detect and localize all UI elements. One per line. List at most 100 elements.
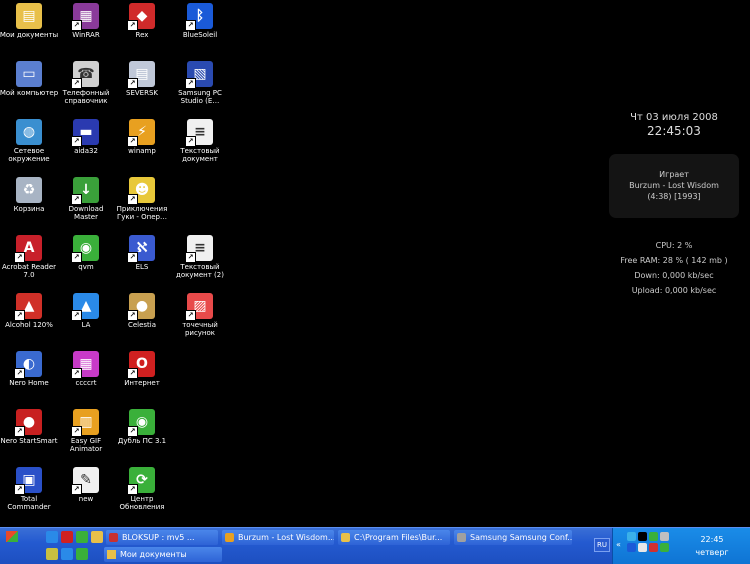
desktop-icon[interactable]: ↓ ↗ Download Master [56, 174, 116, 230]
desktop-icon[interactable]: ● ↗ Nero StartSmart [0, 406, 59, 462]
desktop-icon-label: Сетевое окружение [8, 147, 50, 163]
shortcut-arrow-icon: ↗ [71, 252, 82, 263]
desktop-icon[interactable]: ℵ ↗ ELS [112, 232, 172, 288]
tray-display-icon[interactable] [660, 532, 669, 541]
desktop-icon[interactable]: ▧ ↗ Samsung PC Studio (E… [170, 58, 230, 114]
desktop-icon[interactable]: ▥ ↗ Easy GIF Animator [56, 406, 116, 462]
bitmap-icon: ▨ ↗ [185, 293, 213, 321]
text-document-icon: ≡ ↗ [185, 119, 213, 147]
desktop-icon-label: Мои документы [0, 31, 59, 39]
desktop-icon[interactable]: ▲ ↗ Alcohol 120% [0, 290, 59, 346]
desktop-icon[interactable]: A ↗ Acrobat Reader 7.0 [0, 232, 59, 288]
shortcut-arrow-icon: ↗ [14, 368, 25, 379]
update-center-icon: ⟳ ↗ [127, 467, 155, 495]
shortcut-arrow-icon: ↗ [14, 310, 25, 321]
desktop-quick-icon[interactable] [61, 548, 73, 560]
shortcut-arrow-icon: ↗ [127, 484, 138, 495]
desktop-icon[interactable]: ▬ ↗ aida32 [56, 116, 116, 172]
tray-winamp-icon[interactable] [638, 532, 647, 541]
desktop-icon[interactable]: ≡ ↗ Текстовый документ [170, 116, 230, 172]
desktop-icon[interactable]: ▲ ↗ LA [56, 290, 116, 346]
free-ram: Free RAM: 28 % ( 142 mb ) [620, 256, 728, 265]
tray-antivirus-icon[interactable] [649, 543, 658, 552]
desktop-icon[interactable]: ◆ ↗ Rex [112, 0, 172, 56]
desktop-icon[interactable]: ᛒ ↗ BlueSoleil [170, 0, 230, 56]
desktop-icon[interactable]: O ↗ Интернет [112, 348, 172, 404]
start-button[interactable] [6, 531, 40, 545]
tray-clock[interactable]: 22:45 четверг [677, 533, 747, 559]
total-commander-icon: ▣ ↗ [14, 467, 42, 495]
desktop-icon[interactable]: ≡ ↗ Текстовый документ (2) [170, 232, 230, 288]
folder-task-icon [341, 533, 350, 542]
taskbar-item-2[interactable]: C:\Program Files\Bur... [338, 530, 450, 545]
show-hidden-icons-button[interactable]: « [616, 540, 621, 549]
shortcut-arrow-icon: ↗ [185, 310, 196, 321]
nero-home-icon: ◐ ↗ [14, 351, 42, 379]
shortcut-arrow-icon: ↗ [71, 310, 82, 321]
tray-network-icon[interactable] [627, 532, 636, 541]
new-icon: ✎ ↗ [71, 467, 99, 495]
dubl-icon: ◉ ↗ [127, 409, 155, 437]
desktop-icon[interactable]: ▦ ↗ WinRAR [56, 0, 116, 56]
desktop-icon[interactable]: ▤ ↗ SEVERSK [112, 58, 172, 114]
clock-time: 22:45:03 [647, 124, 701, 138]
quick-launch-icon[interactable] [76, 531, 88, 543]
network-icon: ◍ [16, 119, 42, 145]
desktop-icon[interactable]: ▣ ↗ Total Commander [0, 464, 59, 520]
shortcut-arrow-icon: ↗ [71, 368, 82, 379]
taskbar-item-0[interactable]: BLOKSUP : mv5 ... [106, 530, 218, 545]
desktop-icon-label: ELS [135, 263, 149, 271]
desktop-icon-label: Download Master [68, 205, 104, 221]
opera-icon[interactable] [61, 531, 73, 543]
desktop-icon[interactable]: ◉ ↗ Дубль ПС 3.1 [112, 406, 172, 462]
desktop-icon[interactable]: ☻ ↗ Приключения Гуки - Опер… [112, 174, 172, 230]
desktop-icon[interactable]: ◐ ↗ Nero Home [0, 348, 59, 404]
shortcut-arrow-icon: ↗ [14, 426, 25, 437]
desktop-icon[interactable]: ▭ Мой компьютер [0, 58, 59, 114]
desktop-icon-label: Samsung PC Studio (E… [178, 89, 222, 105]
tray-bluetooth-icon[interactable] [627, 543, 636, 552]
desktop-icon[interactable]: ▨ ↗ точечный рисунок [170, 290, 230, 346]
winamp-icon: ⚡ ↗ [127, 119, 155, 147]
desktop-icon[interactable]: ▦ ↗ ccccrt [56, 348, 116, 404]
taskbar-item-my-documents[interactable]: Мои документы [104, 547, 222, 562]
desktop-icon[interactable]: ♻ Корзина [0, 174, 59, 230]
folder-task-icon [107, 550, 116, 559]
folder-icon[interactable] [91, 531, 103, 543]
now-playing-widget[interactable]: Играет Burzum - Lost Wisdom (4:38) [1993… [609, 154, 739, 218]
desktop-icon[interactable]: ⚡ ↗ winamp [112, 116, 172, 172]
shortcut-arrow-icon: ↗ [185, 78, 196, 89]
player-status: Играет [659, 170, 689, 179]
seversk-icon: ▤ ↗ [127, 61, 155, 89]
clock-date: Чт 03 июля 2008 [630, 112, 718, 123]
language-indicator[interactable]: RU [594, 538, 610, 552]
desktop-icon[interactable]: ▤ Мои документы [0, 0, 59, 56]
ie-icon[interactable] [46, 531, 58, 543]
taskbar-item-3[interactable]: Samsung Samsung Conf... [454, 530, 572, 545]
desktop-icon-label: WinRAR [72, 31, 100, 39]
desktop-icon-label: Alcohol 120% [5, 321, 53, 329]
desktop-icon[interactable]: ✎ ↗ new [56, 464, 116, 520]
shortcut-arrow-icon: ↗ [127, 194, 138, 205]
shortcut-arrow-icon: ↗ [127, 368, 138, 379]
shortcut-arrow-icon: ↗ [14, 484, 25, 495]
desktop-icon[interactable]: ● ↗ Celestia [112, 290, 172, 346]
desktop-icon[interactable]: ☎ ↗ Телефонный справочник [56, 58, 116, 114]
desktop-icon-label: Nero StartSmart [0, 437, 58, 445]
desktop-icon-label: точечный рисунок [182, 321, 218, 337]
desktop-icon[interactable]: ◉ ↗ qvm [56, 232, 116, 288]
desktop-icon[interactable]: ⟳ ↗ Центр Обновления [112, 464, 172, 520]
taskbar-item-1[interactable]: Burzum - Lost Wisdom... [222, 530, 334, 545]
tray-volume-icon[interactable] [638, 543, 647, 552]
desktop-icon-label: Текстовый документ [180, 147, 220, 163]
computer-icon: ▭ [16, 61, 42, 87]
bluetooth-icon: ᛒ ↗ [185, 3, 213, 31]
tray-update-icon[interactable] [649, 532, 658, 541]
tray-download-icon[interactable] [660, 543, 669, 552]
media-quick-icon[interactable] [76, 548, 88, 560]
desktop-icon[interactable]: ◍ Сетевое окружение [0, 116, 59, 172]
taskbar: BLOKSUP : mv5 ... Burzum - Lost Wisdom..… [0, 527, 750, 564]
desktop-icon-label: qvm [78, 263, 94, 271]
winamp-quick-icon[interactable] [46, 548, 58, 560]
desktop-icon-label: Корзина [13, 205, 45, 213]
